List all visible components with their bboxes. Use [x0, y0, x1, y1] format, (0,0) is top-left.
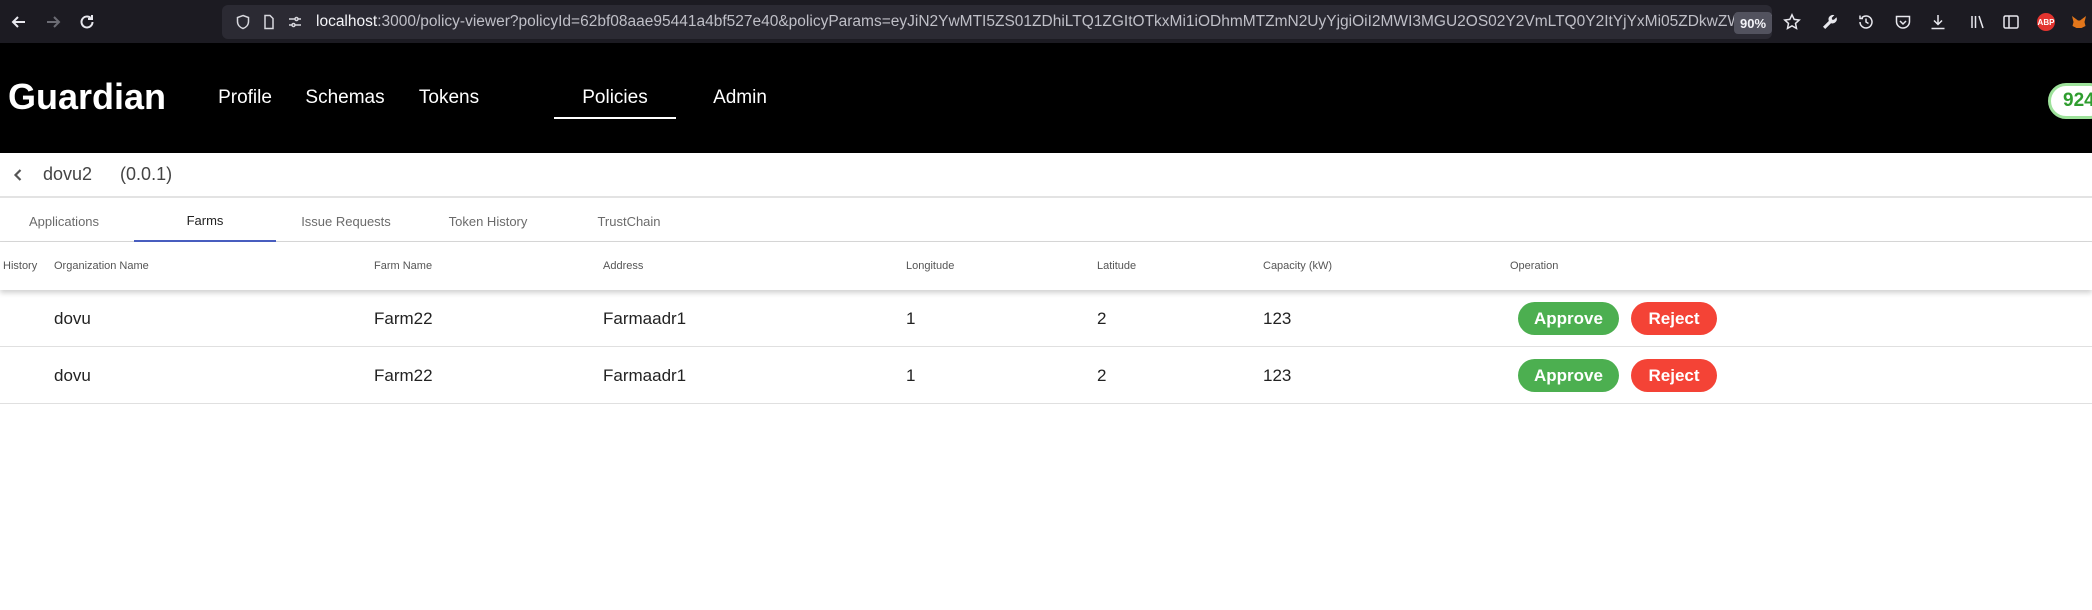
- app-header: Guardian Profile Schemas Tokens Policies…: [0, 43, 2092, 153]
- column-organization-name[interactable]: Organization Name: [54, 242, 149, 290]
- column-longitude[interactable]: Longitude: [906, 242, 954, 290]
- column-latitude[interactable]: Latitude: [1097, 242, 1136, 290]
- column-history[interactable]: History: [3, 242, 37, 290]
- nav-policies[interactable]: Policies: [554, 43, 676, 153]
- cell-address: Farmaadr1: [603, 309, 687, 328]
- brand-logo[interactable]: Guardian: [8, 76, 166, 118]
- history-icon[interactable]: [1855, 11, 1877, 33]
- bookmark-star-icon[interactable]: [1781, 11, 1803, 33]
- cell-latitude: 2: [1097, 309, 1107, 328]
- balance-badge: 924: [2048, 83, 2092, 119]
- cell-capacity: 123: [1263, 309, 1292, 328]
- cell-organization: dovu: [54, 309, 91, 328]
- cell-longitude: 1: [906, 309, 916, 328]
- policy-title-bar: dovu2 (0.0.1): [0, 153, 2092, 198]
- tab-applications[interactable]: Applications: [0, 200, 128, 242]
- tab-trustchain[interactable]: TrustChain: [560, 200, 698, 242]
- wrench-icon[interactable]: [1819, 11, 1841, 33]
- tab-farms[interactable]: Farms: [134, 200, 276, 242]
- zoom-level[interactable]: 90%: [1734, 12, 1773, 34]
- table-row: dovu Farm22 Farmaadr1 1 2 123 Approve Re…: [0, 290, 2092, 347]
- main-nav: Profile Schemas Tokens Policies Admin: [200, 43, 784, 153]
- nav-admin[interactable]: Admin: [696, 43, 784, 153]
- url-text[interactable]: localhost:3000/policy-viewer?policyId=62…: [316, 13, 1772, 31]
- forward-arrow-icon[interactable]: [38, 7, 68, 37]
- library-icon[interactable]: [1967, 11, 1989, 33]
- download-icon[interactable]: [1927, 11, 1949, 33]
- approve-button[interactable]: Approve: [1518, 359, 1619, 392]
- tab-issue-requests[interactable]: Issue Requests: [276, 200, 416, 242]
- column-capacity[interactable]: Capacity (kW): [1263, 242, 1332, 290]
- nav-profile[interactable]: Profile: [200, 43, 290, 153]
- connection-settings-icon[interactable]: [284, 11, 306, 33]
- cell-farm-name: Farm22: [374, 366, 433, 385]
- metamask-fox-icon[interactable]: [2068, 11, 2090, 33]
- reject-button[interactable]: Reject: [1631, 359, 1717, 392]
- page-icon[interactable]: [258, 11, 280, 33]
- chevron-left-icon[interactable]: [8, 165, 28, 185]
- cell-longitude: 1: [906, 366, 916, 385]
- pocket-icon[interactable]: [1892, 11, 1914, 33]
- column-operation[interactable]: Operation: [1510, 242, 1558, 290]
- table-row: dovu Farm22 Farmaadr1 1 2 123 Approve Re…: [0, 347, 2092, 404]
- back-arrow-icon[interactable]: [4, 7, 34, 37]
- shield-icon[interactable]: [232, 11, 254, 33]
- cell-organization: dovu: [54, 366, 91, 385]
- table-header: History Organization Name Farm Name Addr…: [0, 242, 2092, 290]
- approve-button[interactable]: Approve: [1518, 302, 1619, 335]
- policy-tabs: Applications Farms Issue Requests Token …: [0, 200, 2092, 242]
- tab-token-history[interactable]: Token History: [416, 200, 560, 242]
- reload-icon[interactable]: [72, 7, 102, 37]
- nav-schemas[interactable]: Schemas: [290, 43, 400, 153]
- policy-version: (0.0.1): [120, 164, 173, 184]
- cell-latitude: 2: [1097, 366, 1107, 385]
- cell-farm-name: Farm22: [374, 309, 433, 328]
- address-bar[interactable]: localhost:3000/policy-viewer?policyId=62…: [222, 5, 1772, 39]
- column-address[interactable]: Address: [603, 242, 643, 290]
- sidebar-icon[interactable]: [2000, 11, 2022, 33]
- column-farm-name[interactable]: Farm Name: [374, 242, 432, 290]
- browser-toolbar: localhost:3000/policy-viewer?policyId=62…: [0, 0, 2092, 43]
- adblock-plus-icon[interactable]: ABP: [2037, 13, 2055, 31]
- reject-button[interactable]: Reject: [1631, 302, 1717, 335]
- nav-tokens[interactable]: Tokens: [400, 43, 498, 153]
- cell-capacity: 123: [1263, 366, 1292, 385]
- cell-address: Farmaadr1: [603, 366, 687, 385]
- policy-name: dovu2: [43, 164, 93, 184]
